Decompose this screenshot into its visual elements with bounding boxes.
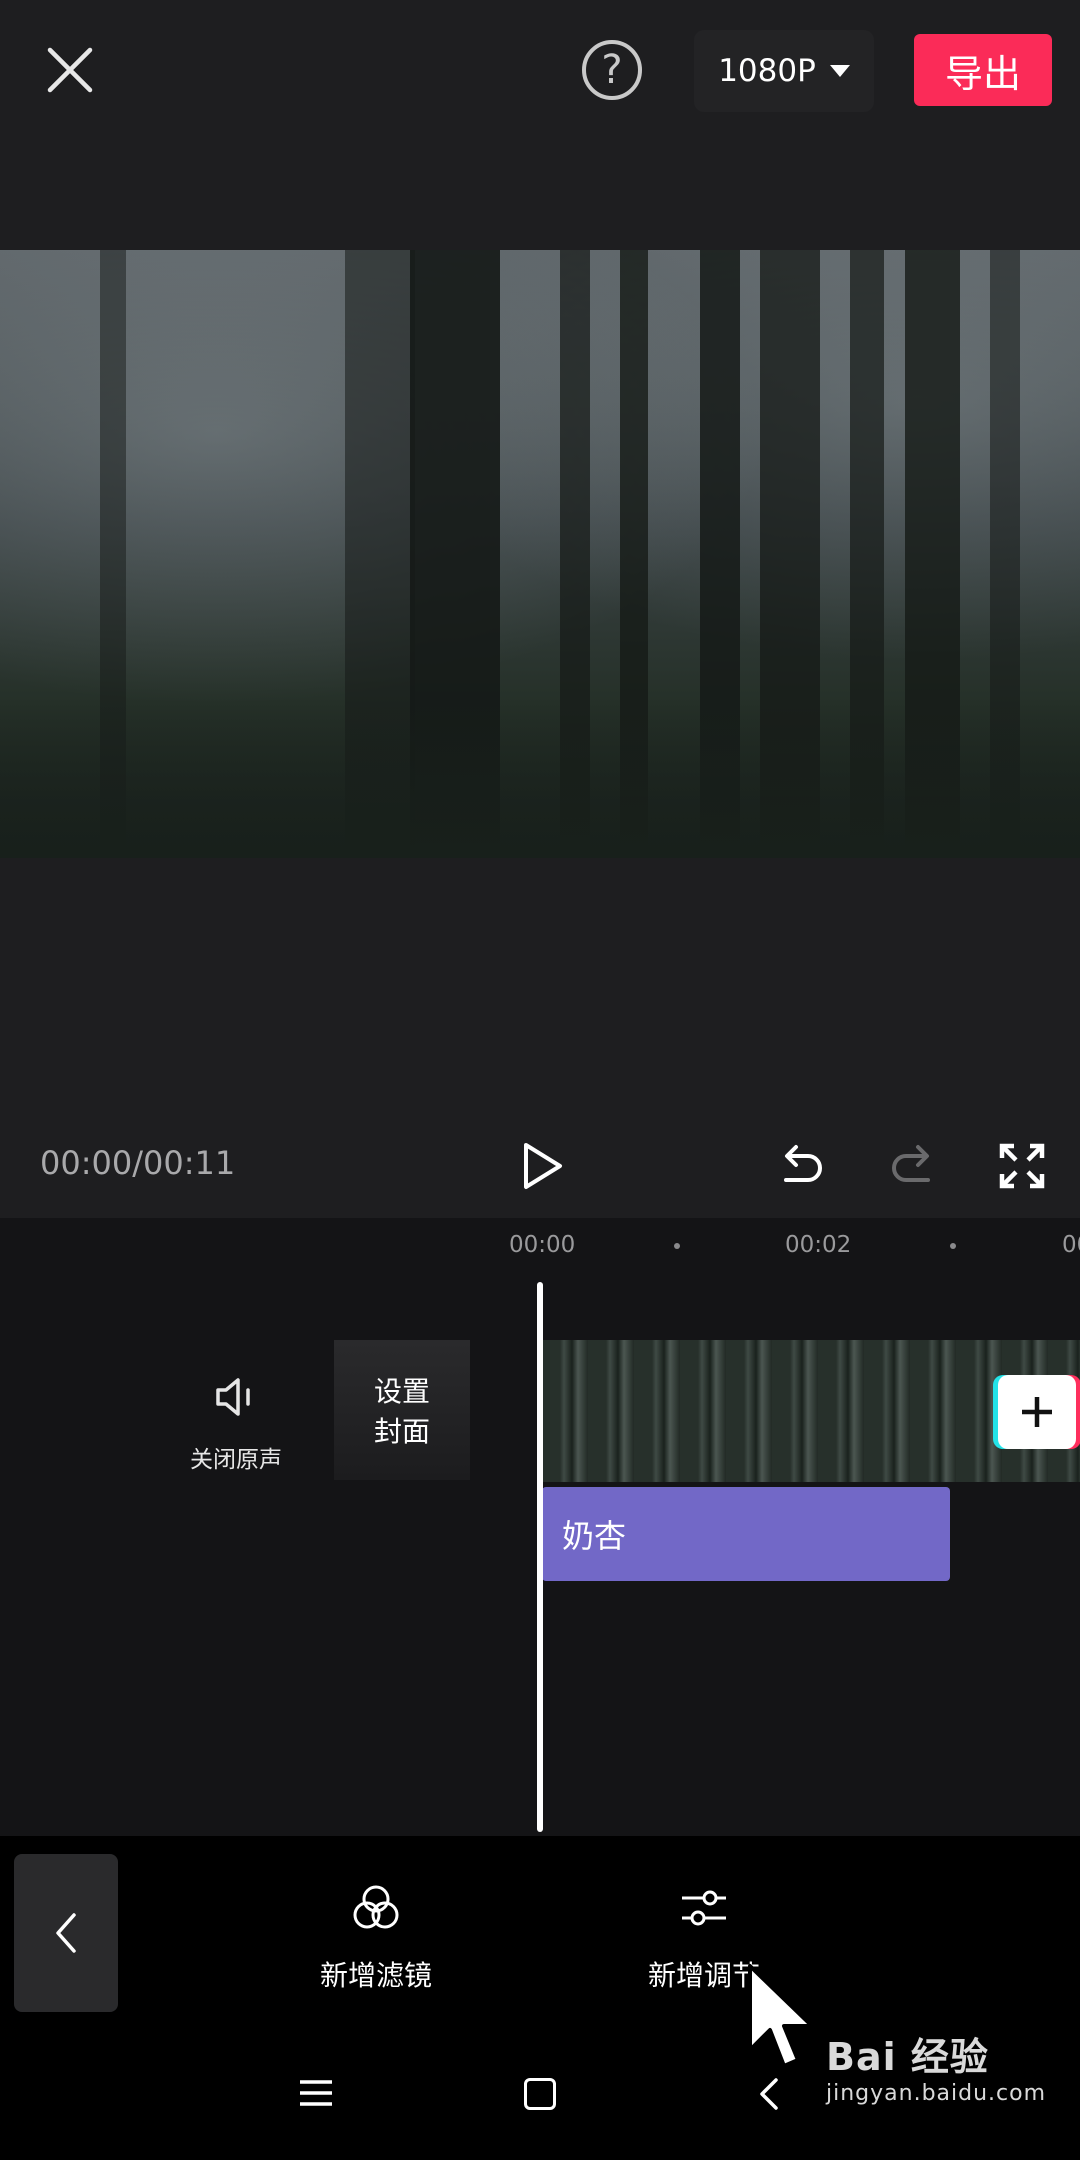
playback-timecode: 00:00/00:11 (40, 1144, 236, 1182)
back-icon[interactable] (752, 2076, 788, 2112)
home-icon[interactable] (524, 2078, 556, 2110)
add-clip-button[interactable] (998, 1375, 1076, 1449)
text-clip-label: 奶杏 (562, 1517, 627, 1555)
mute-original-audio-button[interactable]: 关闭原声 (186, 1440, 286, 1474)
text-clip[interactable]: 奶杏 (542, 1487, 950, 1581)
export-button[interactable]: 导出 (914, 34, 1052, 106)
ruler-tick-0: 00:00 (509, 1232, 576, 1258)
resolution-value: 1080P (718, 53, 816, 89)
add-adjustment-label: 新增调节 (647, 1959, 760, 1992)
toolbar-back-button[interactable] (14, 1854, 118, 2012)
baidu-watermark: Bai 经验 jingyan.baidu.com (826, 2026, 1066, 2136)
ruler-tick-2: 00:02 (785, 1232, 852, 1258)
resolution-dropdown[interactable]: 1080P (694, 30, 874, 112)
add-filter-button[interactable]: 新增滤镜 (276, 1880, 476, 1994)
plus-icon (1022, 1397, 1052, 1427)
undo-icon[interactable] (776, 1140, 828, 1192)
help-icon[interactable]: ? (582, 40, 642, 100)
chevron-down-icon (829, 65, 850, 77)
adjust-icon (682, 1890, 726, 1926)
set-cover-label-line2: 封面 (373, 1415, 430, 1448)
set-cover-button[interactable]: 设置 封面 (334, 1372, 470, 1452)
video-preview[interactable] (0, 250, 1080, 858)
play-icon[interactable] (520, 1140, 566, 1192)
mouse-cursor-icon (748, 1964, 814, 2068)
filter-icon (353, 1885, 399, 1929)
ruler-tick-4: 00 (1062, 1232, 1080, 1258)
add-filter-label: 新增滤镜 (319, 1959, 432, 1992)
speaker-icon[interactable] (212, 1374, 258, 1420)
chevron-left-icon (56, 1913, 76, 1953)
close-icon[interactable] (42, 42, 98, 98)
ruler-dot (674, 1243, 680, 1249)
fullscreen-icon[interactable] (996, 1140, 1048, 1192)
bottom-toolbar (0, 1836, 1080, 2026)
playhead[interactable] (537, 1282, 543, 1832)
ruler-dot (950, 1243, 956, 1249)
menu-icon[interactable] (298, 2078, 334, 2108)
set-cover-label-line1: 设置 (373, 1375, 430, 1408)
watermark-main: Bai 经验 (826, 2035, 989, 2079)
redo-icon[interactable] (886, 1140, 938, 1192)
watermark-url: jingyan.baidu.com (826, 2081, 1047, 2106)
